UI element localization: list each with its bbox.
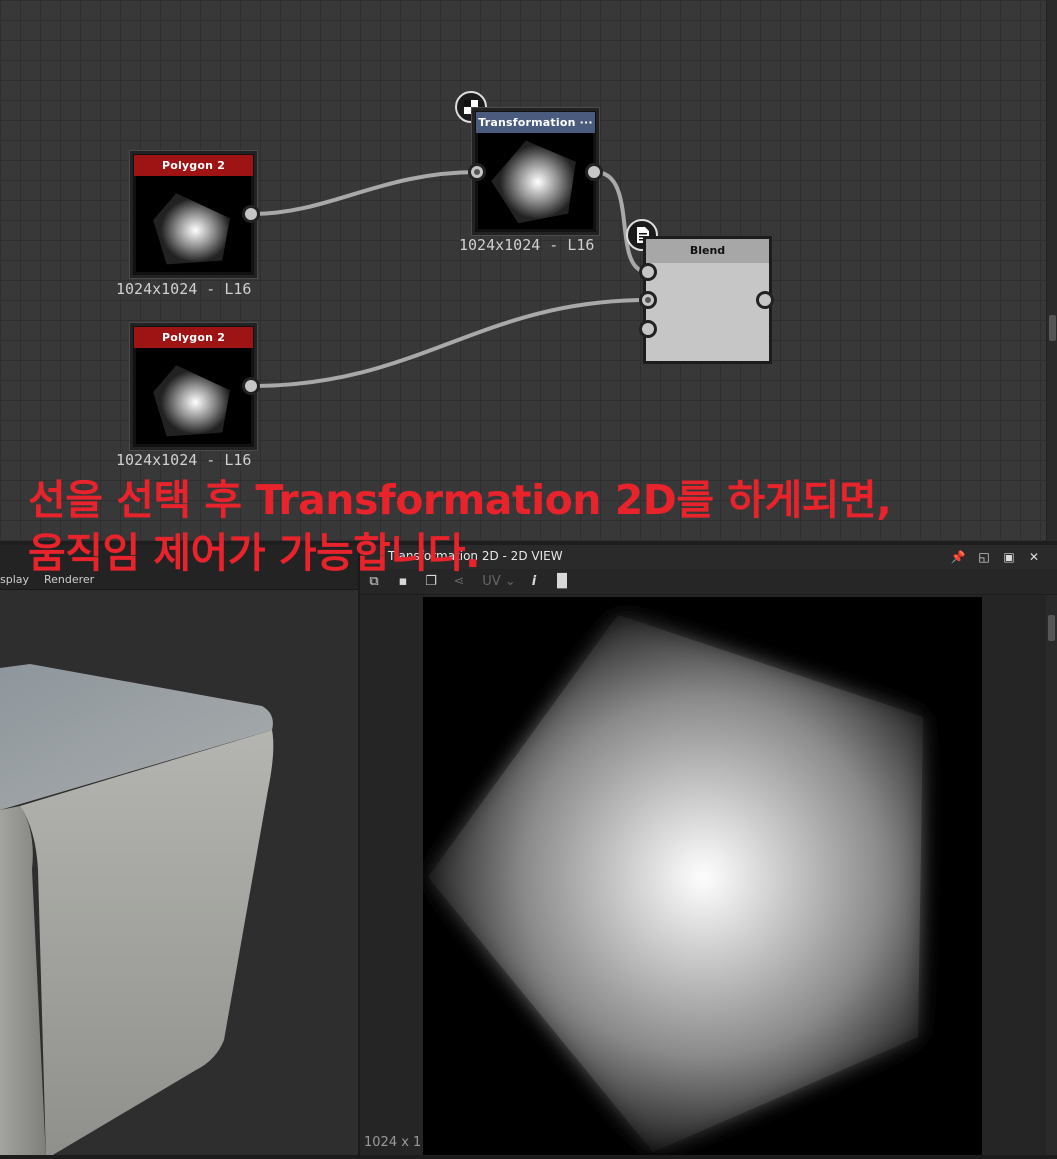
blend-output-port[interactable]: [756, 291, 774, 309]
wire-polygon2-blend: [251, 298, 649, 388]
blend-input-port-2[interactable]: [639, 291, 657, 309]
node-thumbnail: [136, 176, 251, 272]
node-caption: 1024x1024 - L16: [116, 451, 252, 469]
2d-view-panel: Transformation 2D - 2D VIEW 📌 ◱ ▣ ✕ ⧉ ▪ …: [360, 545, 1057, 1159]
annotation-line-2: 움직임 제어가 가능합니다.: [28, 529, 481, 577]
2d-view-canvas[interactable]: [423, 597, 982, 1155]
scrollbar-thumb[interactable]: [1048, 615, 1055, 641]
node-title: Transformation ···: [476, 112, 595, 133]
node-thumbnail: [136, 348, 251, 444]
node-caption: 1024x1024 - L16: [459, 236, 595, 254]
annotation-text: 선을 선택 후 Transformation 2D를 하게되면, 움직임 제어가…: [28, 474, 1028, 580]
transformation-output-port[interactable]: [585, 163, 603, 181]
3d-viewport[interactable]: [0, 590, 358, 1159]
blend-node[interactable]: Blend: [643, 236, 772, 364]
node-title: Polygon 2: [134, 327, 253, 348]
polygon-node-2[interactable]: Polygon 2: [130, 323, 257, 450]
node-title: Blend: [646, 239, 769, 263]
wire-polygon1-transformation: [251, 170, 479, 216]
transformation-node[interactable]: Transformation ···: [472, 108, 599, 235]
node-caption: 1024x1024 - L16: [116, 280, 252, 298]
blend-input-port-3[interactable]: [639, 320, 657, 338]
bottom-border: [0, 1155, 1057, 1159]
blend-input-port-1[interactable]: [639, 263, 657, 281]
polygon2-output-port[interactable]: [242, 377, 260, 395]
node-title: Polygon 2: [134, 155, 253, 176]
cube-preview: [0, 664, 274, 1159]
2d-view-scrollbar[interactable]: [1046, 595, 1057, 1159]
transformation-input-port[interactable]: [468, 163, 486, 181]
polygon1-output-port[interactable]: [242, 205, 260, 223]
annotation-line-1: 선을 선택 후 Transformation 2D를 하게되면,: [28, 476, 892, 524]
2d-preview-image: [428, 615, 923, 1152]
3d-view-panel: splay Renderer: [0, 545, 358, 1159]
node-thumbnail: [478, 133, 593, 229]
tab-display[interactable]: splay: [0, 573, 29, 586]
close-icon[interactable]: ✕: [1026, 549, 1042, 565]
polygon-node-1[interactable]: Polygon 2: [130, 151, 257, 278]
graph-scrollbar[interactable]: [1046, 0, 1057, 541]
node-graph[interactable]: Polygon 2 1024x1024 - L16 Polygon 2 1024…: [0, 0, 1046, 541]
scrollbar-thumb[interactable]: [1049, 315, 1056, 341]
resolution-label: 1024 x 1: [364, 1135, 422, 1150]
